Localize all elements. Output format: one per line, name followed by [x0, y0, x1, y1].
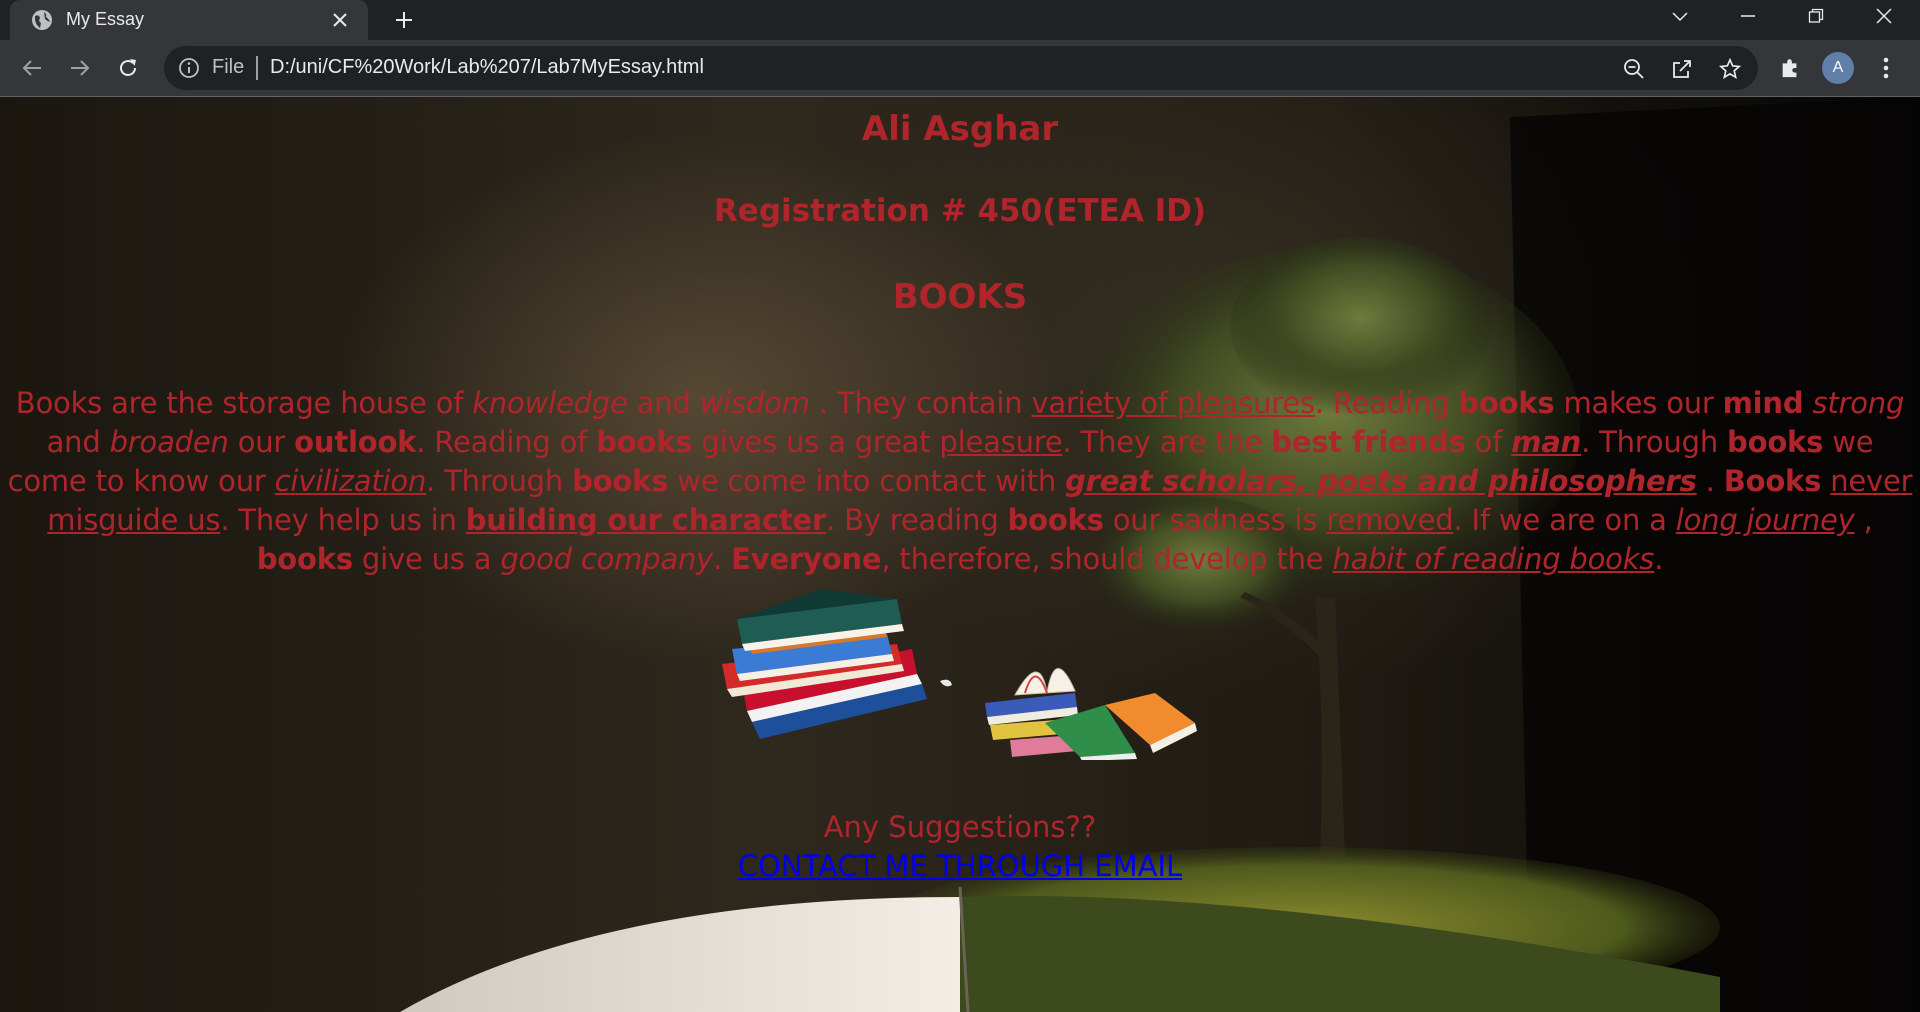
text-span: and — [46, 425, 110, 459]
globe-icon — [32, 10, 52, 30]
text-span: gives us a great — [692, 425, 940, 459]
close-window-icon[interactable] — [1854, 0, 1914, 32]
book-stack-image — [722, 589, 952, 739]
text-span: best friends — [1271, 425, 1466, 459]
text-span: . If we are on a — [1453, 503, 1676, 537]
text-span — [1821, 464, 1830, 498]
text-span: of — [1465, 425, 1512, 459]
chevron-down-icon[interactable] — [1650, 0, 1710, 32]
text-span: civilization — [274, 464, 427, 498]
text-span: . — [1654, 542, 1664, 576]
plus-icon[interactable] — [390, 6, 418, 34]
open-books-image — [985, 668, 1197, 760]
restore-icon[interactable] — [1786, 0, 1846, 32]
text-span: . — [1696, 464, 1724, 498]
text-span: . They contain — [809, 386, 1032, 420]
close-icon[interactable] — [328, 8, 352, 32]
text-span: pleasure — [939, 425, 1063, 459]
text-span: our sadness is — [1103, 503, 1327, 537]
text-span: . Through — [426, 464, 573, 498]
text-span: our — [228, 425, 295, 459]
back-arrow-icon[interactable] — [18, 54, 46, 82]
tab-my-essay[interactable]: My Essay — [10, 0, 368, 40]
page-viewport: Ali Asghar Registration # 450(ETEA ID) B… — [0, 97, 1920, 1012]
text-span: books — [1458, 386, 1555, 420]
tab-title: My Essay — [66, 9, 145, 29]
text-span: . Reading — [1314, 386, 1459, 420]
text-span: variety of pleasures — [1031, 386, 1315, 420]
text-span: makes our — [1554, 386, 1723, 420]
text-span: books — [572, 464, 669, 498]
zoom-out-icon[interactable] — [1620, 55, 1648, 83]
topic-heading: BOOKS — [892, 277, 1028, 317]
text-span: Everyone — [731, 542, 882, 576]
forward-arrow-icon[interactable] — [66, 54, 94, 82]
text-span: mind — [1722, 386, 1804, 420]
tab-strip: My Essay — [0, 0, 1920, 40]
star-icon[interactable] — [1716, 55, 1744, 83]
browser-toolbar: File D:/uni/CF%20Work/Lab%207/Lab7MyEssa… — [0, 40, 1920, 97]
text-span: give us a — [352, 542, 501, 576]
text-span: man — [1511, 425, 1582, 459]
info-icon[interactable] — [178, 57, 200, 79]
reload-icon[interactable] — [114, 54, 142, 82]
text-span: removed — [1326, 503, 1454, 537]
text-span: building our character — [465, 503, 827, 537]
text-span: great scholars, poets and philosophers — [1065, 464, 1697, 498]
puzzle-icon[interactable] — [1776, 54, 1804, 82]
text-span: wisdom — [699, 386, 810, 420]
suggestions-text: Any Suggestions?? — [823, 810, 1097, 844]
address-bar[interactable]: File D:/uni/CF%20Work/Lab%207/Lab7MyEssa… — [164, 46, 1758, 90]
text-span: and — [627, 386, 700, 420]
text-span: , — [1854, 503, 1873, 537]
text-span: habit of reading books — [1332, 542, 1655, 576]
registration-heading: Registration # 450(ETEA ID) — [713, 193, 1207, 229]
profile-avatar[interactable]: A — [1822, 52, 1854, 84]
text-span: strong — [1812, 386, 1905, 420]
text-span: . Reading of — [416, 425, 597, 459]
minimize-icon[interactable] — [1718, 0, 1778, 32]
text-span: outlook — [294, 425, 417, 459]
text-span: broaden — [109, 425, 229, 459]
text-span: Books — [1723, 464, 1822, 498]
url-text[interactable]: D:/uni/CF%20Work/Lab%207/Lab7MyEssay.htm… — [270, 56, 704, 79]
text-span: long journey — [1675, 503, 1855, 537]
text-span: . They are the — [1062, 425, 1272, 459]
author-heading: Ali Asghar — [861, 109, 1059, 149]
contact-email-link[interactable]: CONTACT ME THROUGH EMAIL — [0, 849, 1920, 883]
text-span: . — [713, 542, 732, 576]
address-scheme-label: File — [212, 56, 245, 78]
text-span: books — [596, 425, 693, 459]
text-span: . They help us in — [220, 503, 466, 537]
text-span: . Through — [1581, 425, 1728, 459]
text-span: knowledge — [472, 386, 628, 420]
text-span: good company — [500, 542, 714, 576]
text-span: Books are the storage house of — [15, 386, 473, 420]
address-separator — [256, 56, 258, 80]
text-span: , therefore, should develop the — [881, 542, 1333, 576]
essay-paragraph: Books are the storage house of knowledge… — [6, 384, 1914, 579]
share-icon[interactable] — [1668, 55, 1696, 83]
text-span: we come into contact with — [668, 464, 1066, 498]
text-span: books — [1007, 503, 1104, 537]
text-span: books — [256, 542, 353, 576]
text-span: . By reading — [826, 503, 1008, 537]
kebab-menu-icon[interactable] — [1872, 54, 1900, 82]
text-span: books — [1727, 425, 1824, 459]
